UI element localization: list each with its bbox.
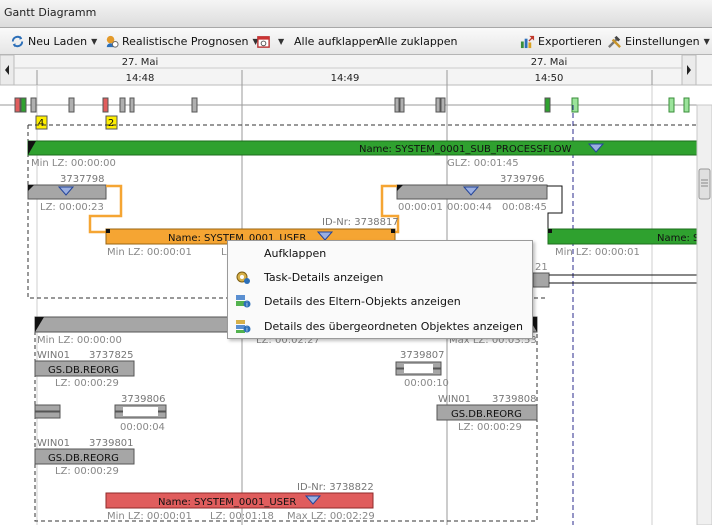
- time-label: 14:50: [535, 73, 564, 84]
- svg-text:ID-Nr: 3738822: ID-Nr: 3738822: [297, 482, 374, 493]
- svg-text:00:00:44: 00:00:44: [447, 202, 492, 213]
- export-icon: [520, 35, 535, 49]
- scrollbar-thumb[interactable]: [698, 168, 711, 200]
- prognosis-button[interactable]: Realistische Prognosen ▼: [104, 33, 259, 50]
- time-label: 14:48: [126, 73, 155, 84]
- svg-text:ID-Nr: 3738817: ID-Nr: 3738817: [322, 217, 399, 228]
- reload-button[interactable]: Neu Laden ▼: [10, 33, 97, 50]
- reload-icon: [11, 35, 24, 48]
- menu-item-superior-details[interactable]: i Details des übergeordneten Objektes an…: [228, 314, 532, 338]
- window-title: Gantt Diagramm: [0, 0, 712, 28]
- svg-text:Min LZ: 00:00:00: Min LZ: 00:00:00: [31, 158, 116, 169]
- marker-badge-label: 2: [108, 118, 114, 129]
- svg-text:3739801: 3739801: [89, 438, 134, 449]
- settings-dropdown-icon[interactable]: ▼: [704, 37, 710, 46]
- prognosis-icon: [106, 35, 119, 48]
- svg-text:21: 21: [535, 262, 548, 273]
- svg-text:WIN01: WIN01: [37, 438, 70, 449]
- svg-text:Max LZ: 00:02:29: Max LZ: 00:02:29: [287, 511, 375, 522]
- export-button[interactable]: Exportieren: [520, 33, 602, 50]
- task-sub-processflow[interactable]: Name: SYSTEM_0001_SUB_PROCESSFLOW: [27, 140, 698, 156]
- task-3739807[interactable]: [395, 361, 442, 376]
- svg-text:Min LZ: 00:00:01: Min LZ: 00:00:01: [107, 247, 192, 258]
- svg-text:3739808: 3739808: [492, 394, 537, 405]
- superior-details-icon: i: [236, 320, 251, 334]
- task-partial[interactable]: [532, 272, 550, 288]
- calendar-icon: [257, 36, 270, 48]
- tools-icon: [608, 35, 621, 48]
- svg-text:GS.DB.REORG: GS.DB.REORG: [451, 409, 522, 420]
- svg-text:WIN01: WIN01: [438, 394, 471, 405]
- svg-text:LZ: 00:00:29: LZ: 00:00:29: [458, 422, 522, 433]
- settings-button[interactable]: Einstellungen ▼: [607, 33, 710, 50]
- svg-text:Name: SYSTEM_0001_USER: Name: SYSTEM_0001_USER: [158, 497, 296, 508]
- svg-text:3739807: 3739807: [400, 350, 445, 361]
- expand-all-button[interactable]: Alle aufklappen: [294, 33, 379, 50]
- svg-text:WIN01: WIN01: [37, 350, 70, 361]
- task-3739796[interactable]: [396, 184, 548, 200]
- task-3739808[interactable]: GS.DB.REORG: [436, 404, 538, 421]
- toolbar: Neu Laden ▼ Realistische Prognosen ▼ ▼ A…: [0, 28, 712, 55]
- task-system-0001-user-2[interactable]: Name: SYSTEM_0001_USER: [105, 492, 374, 509]
- marker-badge-label: 4: [38, 118, 44, 129]
- task-3737825[interactable]: GS.DB.REORG: [34, 360, 135, 377]
- svg-text:LZ: 00:00:29: LZ: 00:00:29: [55, 378, 119, 389]
- svg-text:GS.DB.REORG: GS.DB.REORG: [48, 365, 119, 376]
- svg-text:Min LZ: 00:00:00: Min LZ: 00:00:00: [37, 335, 122, 346]
- svg-text:LZ: 00:00:23: LZ: 00:00:23: [40, 202, 104, 213]
- task-3737798[interactable]: [27, 184, 107, 200]
- svg-text:Name: S: Name: S: [657, 233, 699, 244]
- svg-text:00:08:45: 00:08:45: [502, 202, 547, 213]
- parent-details-icon: i: [236, 295, 251, 309]
- svg-text:LZ: 00:00:29: LZ: 00:00:29: [55, 466, 119, 477]
- menu-item-parent-details[interactable]: i Details des Eltern-Objekts anzeigen: [228, 289, 532, 313]
- svg-text:GS.DB.REORG: GS.DB.REORG: [48, 453, 119, 464]
- calendar-button[interactable]: ▼: [256, 33, 284, 50]
- calendar-dropdown-icon[interactable]: ▼: [278, 37, 284, 46]
- svg-text:00:00:10: 00:00:10: [404, 378, 449, 389]
- svg-text:Min LZ: 00:00:01: Min LZ: 00:00:01: [555, 247, 640, 258]
- date-label: 27. Mai: [122, 57, 159, 68]
- svg-text:3737798: 3737798: [60, 174, 105, 185]
- menu-item-expand[interactable]: Aufklappen: [228, 241, 532, 265]
- task-details-icon: [236, 271, 250, 284]
- svg-text:Min LZ: 00:00:01: Min LZ: 00:00:01: [107, 511, 192, 522]
- menu-item-task-details[interactable]: Task-Details anzeigen: [228, 265, 532, 289]
- date-label: 27. Mai: [531, 57, 568, 68]
- task-3739801[interactable]: GS.DB.REORG: [34, 448, 135, 465]
- svg-text:00:00:01: 00:00:01: [398, 202, 443, 213]
- svg-text:3737825: 3737825: [89, 350, 134, 361]
- reload-dropdown-icon[interactable]: ▼: [91, 37, 97, 46]
- task-right-green[interactable]: Name: S: [547, 228, 699, 245]
- svg-text:00:00:04: 00:00:04: [120, 422, 165, 433]
- svg-text:GLZ: 00:01:45: GLZ: 00:01:45: [447, 158, 519, 169]
- context-menu: Aufklappen Task-Details anzeigen i Detai…: [227, 240, 533, 339]
- time-label: 14:49: [331, 73, 360, 84]
- svg-text:Name: SYSTEM_0001_SUB_PROCESSF: Name: SYSTEM_0001_SUB_PROCESSFLOW: [359, 144, 572, 155]
- collapse-all-button[interactable]: Alle zuklappen: [377, 33, 458, 50]
- svg-text:3739806: 3739806: [121, 394, 166, 405]
- svg-text:LZ: 00:01:18: LZ: 00:01:18: [210, 511, 274, 522]
- vertical-scrollbar[interactable]: [696, 104, 712, 525]
- svg-text:3739796: 3739796: [500, 174, 545, 185]
